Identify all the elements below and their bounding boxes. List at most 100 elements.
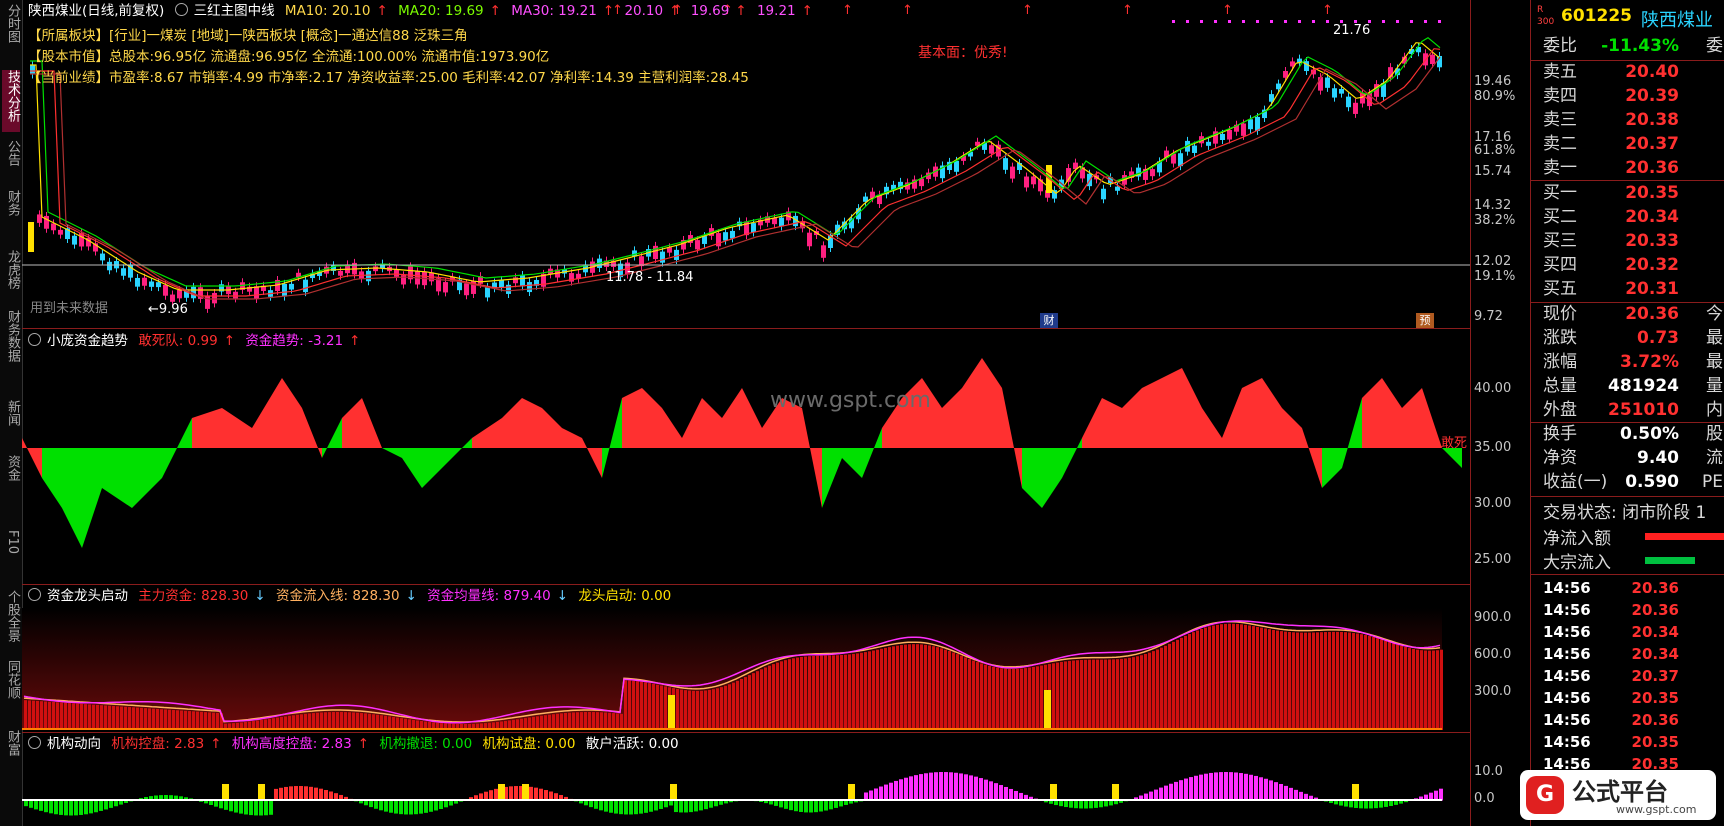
fund-bar <box>1440 649 1443 730</box>
bid-row[interactable]: 买四 20.32 <box>1531 253 1724 277</box>
fund-bar <box>884 647 887 730</box>
stat-label: 换手 <box>1543 424 1577 444</box>
settings-gear-icon[interactable] <box>28 333 41 346</box>
ask-label: 卖二 <box>1543 134 1577 154</box>
fund-bar <box>724 685 727 730</box>
tab-fin-data[interactable]: 财务数据 <box>2 310 20 370</box>
y-label: 35.00 <box>1474 440 1512 455</box>
bid-price: 20.32 <box>1625 255 1679 275</box>
institution-bar <box>879 786 883 801</box>
fund-bar <box>84 704 87 730</box>
arrow-up-icon: ↑ <box>902 3 913 18</box>
fund-bar <box>1104 659 1107 730</box>
bid-label: 买五 <box>1543 279 1577 299</box>
tab-wealth[interactable]: 财富 <box>2 730 20 770</box>
tab-fund[interactable]: 资金 <box>2 455 20 495</box>
logo-text: 公式平台 <box>1572 778 1668 806</box>
ask-price: 20.36 <box>1625 158 1679 178</box>
pane4-title[interactable]: 机构动向 <box>47 736 101 752</box>
y-axis-divider <box>1470 0 1471 826</box>
fund-bar <box>136 707 139 730</box>
finance-badge[interactable]: 财 <box>1040 313 1058 328</box>
fund-bar <box>760 669 763 730</box>
institution-bar <box>439 800 443 809</box>
arrow-up-icon: ↑ <box>349 333 361 349</box>
settings-gear-icon[interactable] <box>28 736 41 749</box>
stat-row: 现价 20.36 今 <box>1531 302 1724 326</box>
stat-row: 外盘 251010 内 <box>1531 398 1724 422</box>
candle <box>653 245 658 260</box>
institution-bar <box>979 778 983 801</box>
fund-bar <box>544 715 547 730</box>
trend-segment <box>1042 448 1062 508</box>
candle <box>527 282 532 293</box>
settings-gear-icon[interactable] <box>28 588 41 601</box>
chart-canvas[interactable]: ↑ ↑ ↑ ↑ ↑ ↑ ↑ ↑ ↑ <box>22 0 1470 826</box>
institution-bar <box>234 800 238 813</box>
fund-bar <box>864 652 867 730</box>
bid-row[interactable]: 买一 20.35 <box>1531 181 1724 205</box>
bid-row[interactable]: 买五 20.31 <box>1531 277 1724 301</box>
pane4-s5: 散户活跃: 0.00 <box>585 736 679 752</box>
fund-trend-area <box>22 358 1462 548</box>
y-label: 40.00 <box>1474 381 1512 396</box>
fund-bar <box>368 713 371 730</box>
tab-fenshi[interactable]: 分时图 <box>2 4 20 74</box>
trend-segment <box>322 418 342 458</box>
pane2-title[interactable]: 小庞资金趋势 <box>47 333 128 349</box>
institution-bar <box>624 800 628 815</box>
stat-label: 现价 <box>1543 304 1577 324</box>
fund-bar <box>1372 637 1375 730</box>
ask-row[interactable]: 卖五 20.40 <box>1531 60 1724 84</box>
ask-row[interactable]: 卖一 20.36 <box>1531 156 1724 180</box>
pane3-s1: 主力资金: 828.30 <box>138 588 249 604</box>
pane2-s1: 敢死队: 0.99 <box>138 333 218 349</box>
fund-bar <box>28 700 31 730</box>
pane4-s4: 机构试盘: 0.00 <box>482 736 576 752</box>
candle <box>1430 54 1435 65</box>
settings-gear-icon[interactable] <box>174 3 188 16</box>
tab-finance[interactable]: 财务 <box>2 190 20 230</box>
stock-title[interactable]: 陕西煤业(日线,前复权) <box>28 3 164 19</box>
fund-bar <box>916 644 919 730</box>
institution-bar <box>1074 800 1078 809</box>
institution-bar <box>429 800 433 812</box>
institution-bar <box>989 781 993 801</box>
institution-bar <box>899 779 903 801</box>
dragon-start-bar <box>668 695 675 730</box>
candle <box>1010 166 1015 179</box>
tab-lhb[interactable]: 龙虎榜 <box>2 250 20 310</box>
fund-bar <box>1236 623 1239 730</box>
candle <box>142 277 147 286</box>
bid-row[interactable]: 买三 20.33 <box>1531 229 1724 253</box>
institution-bar <box>1209 772 1213 801</box>
fund-bar <box>1000 668 1003 730</box>
ask-row[interactable]: 卖三 20.38 <box>1531 108 1724 132</box>
fund-bar <box>948 651 951 730</box>
tick-time: 14:56 <box>1543 711 1591 729</box>
tab-panorama[interactable]: 个股全景 <box>2 590 20 650</box>
institution-bar <box>314 787 318 801</box>
indicator-name[interactable]: 三红主图中线 <box>194 3 275 19</box>
tab-ths[interactable]: 同花顺 <box>2 660 20 710</box>
ask-row[interactable]: 卖四 20.39 <box>1531 84 1724 108</box>
bid-row[interactable]: 买二 20.34 <box>1531 205 1724 229</box>
fund-bar <box>1132 657 1135 730</box>
ask-row[interactable]: 卖二 20.37 <box>1531 132 1724 156</box>
tab-notice[interactable]: 公告 <box>2 140 20 180</box>
fund-bar <box>1136 656 1139 730</box>
bid-price: 20.34 <box>1625 207 1679 227</box>
pane3-title[interactable]: 资金龙头启动 <box>47 588 128 604</box>
forecast-badge[interactable]: 预 <box>1416 313 1434 328</box>
top-marker <box>1256 20 1259 23</box>
institution-bar <box>949 772 953 801</box>
tab-technical[interactable]: 技术分析 <box>2 70 20 132</box>
arrow-up-icon: ↑ <box>669 3 681 19</box>
candle <box>807 232 812 247</box>
tab-f10[interactable]: F10 <box>2 530 20 570</box>
tick-row: 14:56 20.36 <box>1531 577 1724 599</box>
tab-news[interactable]: 新闻 <box>2 400 20 440</box>
trend-segment <box>1362 378 1382 448</box>
stat-extra: 内 <box>1706 400 1723 420</box>
fund-bar <box>1144 654 1147 730</box>
